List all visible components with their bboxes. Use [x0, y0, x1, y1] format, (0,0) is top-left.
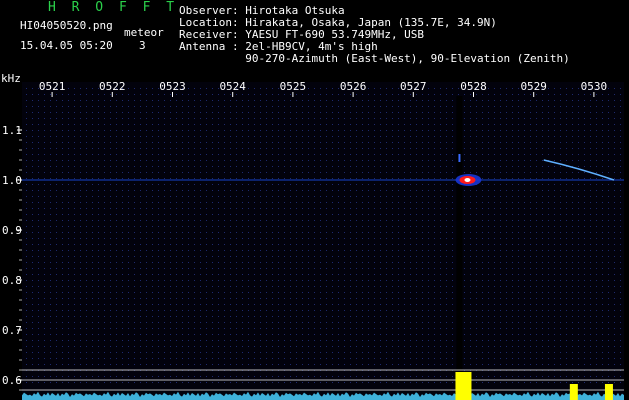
x-tick-label: 0523 [159, 80, 186, 93]
y-axis-label: kHz [1, 72, 21, 85]
x-tick-label: 0527 [400, 80, 427, 93]
plot-area [22, 82, 624, 400]
gap-column [456, 96, 463, 400]
x-tick-label: 0528 [460, 80, 487, 93]
x-tick-label: 0525 [280, 80, 307, 93]
power-burst [455, 372, 472, 400]
x-tick-label: 0529 [520, 80, 547, 93]
x-tick-label: 0530 [581, 80, 608, 93]
spectrogram-chart: kHz1.11.00.90.80.70.60521 0522 0523 0524 052… [1, 72, 624, 400]
meteor-echo-core [464, 178, 471, 182]
spectrogram-window: { "header": { "title": "H R O F F T", "f… [0, 0, 629, 400]
meteor-echo-faint [458, 154, 461, 162]
power-burst [569, 384, 578, 400]
power-burst [604, 384, 613, 400]
x-tick-label: 0522 [99, 80, 126, 93]
x-tick-label: 0526 [340, 80, 367, 93]
x-tick-label: 0524 [219, 80, 246, 93]
x-tick-label: 0521 [39, 80, 66, 93]
